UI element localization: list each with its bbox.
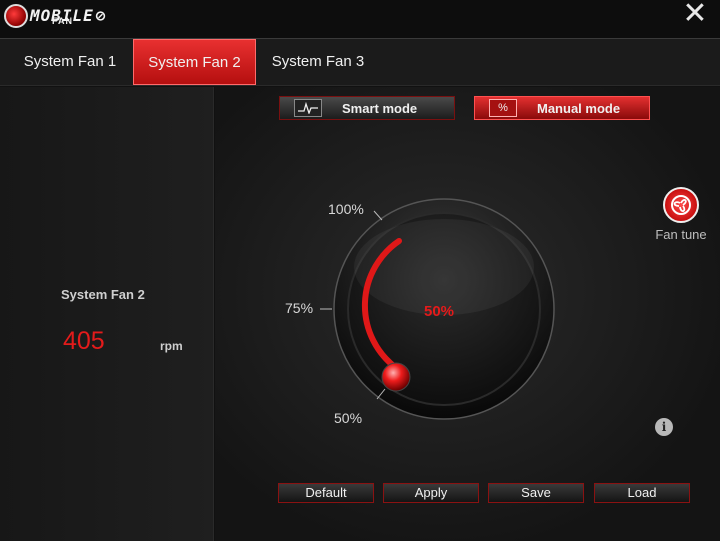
rpm-value: 405 bbox=[63, 327, 105, 355]
load-button[interactable]: Load bbox=[594, 483, 690, 503]
logo-clock-icon: ⊘ bbox=[95, 6, 107, 25]
info-icon[interactable]: i bbox=[655, 418, 673, 436]
tab-system-fan-1[interactable]: System Fan 1 bbox=[10, 39, 130, 85]
knob-value: 50% bbox=[424, 303, 455, 320]
apply-button[interactable]: Apply bbox=[383, 483, 479, 503]
tab-system-fan-3[interactable]: System Fan 3 bbox=[259, 39, 377, 85]
fan-icon bbox=[663, 187, 699, 223]
tab-bar: System Fan 1 System Fan 2 System Fan 3 bbox=[0, 38, 720, 86]
knob-tick-bottom: 50% bbox=[334, 410, 363, 426]
fan-tune-button[interactable]: Fan tune bbox=[651, 187, 711, 242]
knob-tick-top: 100% bbox=[328, 201, 364, 217]
fan-speed-knob[interactable]: 100% 75% 50% 50% bbox=[215, 87, 720, 541]
close-button[interactable]: ✕ bbox=[682, 0, 708, 29]
logo-subtext: FAN bbox=[52, 16, 73, 26]
knob-tick-mid: 75% bbox=[285, 300, 314, 316]
fan-name-label: System Fan 2 bbox=[61, 287, 145, 302]
fan-tune-label: Fan tune bbox=[655, 227, 707, 242]
main-panel: Smart mode % Manual mode 100% 75% 50% 50… bbox=[215, 87, 720, 541]
dragon-badge-icon bbox=[4, 4, 28, 28]
title-bar: MOBILE ⊘ FAN ✕ bbox=[0, 0, 720, 38]
rpm-unit: rpm bbox=[160, 339, 183, 353]
default-button[interactable]: Default bbox=[278, 483, 374, 503]
tab-system-fan-2[interactable]: System Fan 2 bbox=[133, 39, 256, 85]
save-button[interactable]: Save bbox=[488, 483, 584, 503]
knob-handle bbox=[381, 362, 411, 392]
fan-status-panel: System Fan 2 405 rpm bbox=[0, 87, 214, 541]
